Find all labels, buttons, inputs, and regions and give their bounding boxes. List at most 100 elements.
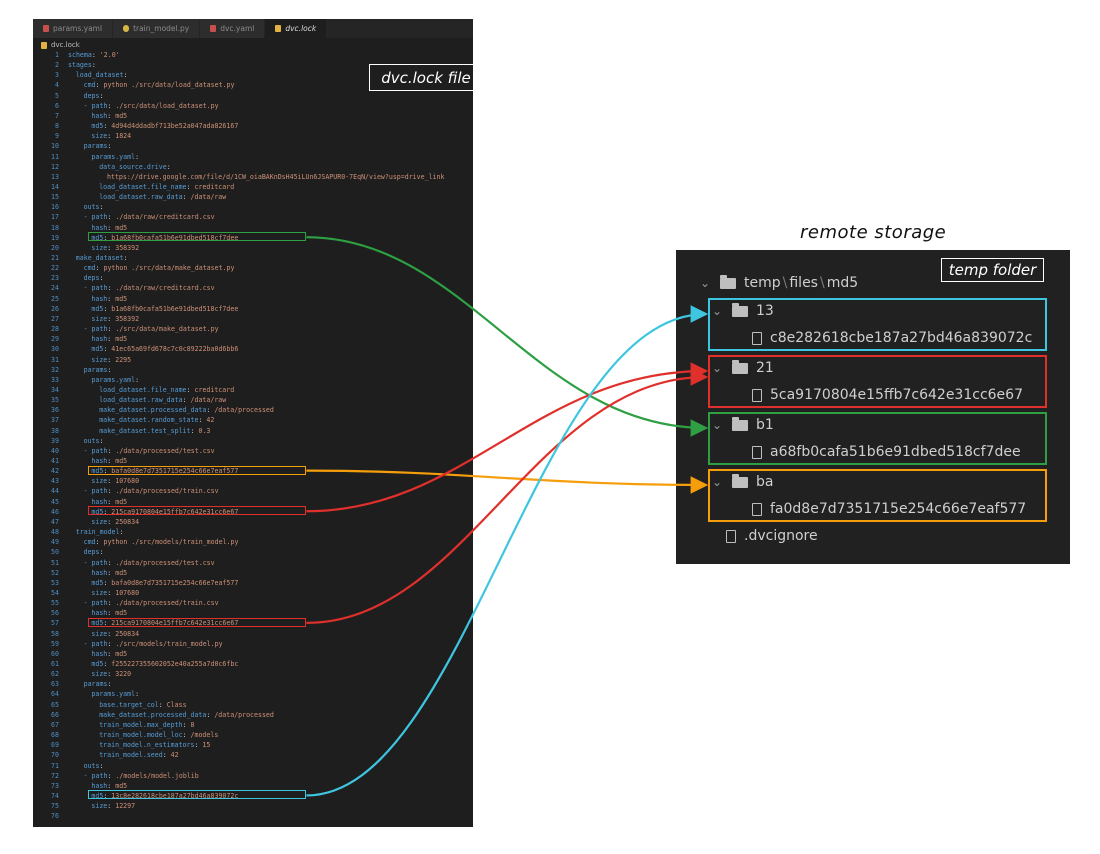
code-text: - path: ./data/processed/train.csv — [84, 598, 219, 608]
yaml-value: https://drive.google.com/file/d/1CW_oiaB… — [107, 172, 445, 181]
hash-folder-row[interactable]: ⌄ ba — [712, 471, 773, 493]
line-number: 14 — [51, 182, 59, 191]
yaml-key: - path — [83, 101, 108, 110]
yaml-value: creditcard — [194, 182, 235, 191]
hash-folder-row[interactable]: ⌄ 21 — [712, 357, 774, 379]
hash-file-row[interactable]: 5ca9170804e15ffb7c642e31cc6e67 — [752, 384, 1023, 406]
yaml-key: make_dataset.processed_data — [99, 406, 207, 415]
code-text: md5: 41ec65a69fd678c7c0c89222ba0d6bb6 — [91, 344, 238, 354]
code-text: stages: — [68, 60, 96, 70]
line-number: 38 — [51, 426, 59, 435]
code-text: params.yaml: — [91, 689, 139, 699]
yaml-value: md5 — [115, 294, 128, 303]
hash-folder-row[interactable]: ⌄ b1 — [712, 414, 774, 436]
breadcrumb: dvc.lock — [41, 40, 80, 50]
file-icon — [752, 502, 762, 516]
yaml-value: 107680 — [115, 477, 140, 486]
tab-dvc-yaml[interactable]: dvc.yaml — [200, 19, 266, 38]
yaml-key: - path — [83, 446, 108, 455]
yaml-key: size — [91, 314, 108, 323]
yaml-colon: : — [135, 152, 140, 161]
line-number: 39 — [51, 436, 59, 445]
hash-file-row[interactable]: c8e282618cbe187a27bd46a839072c — [752, 327, 1032, 349]
yaml-key: - path — [83, 284, 108, 293]
hash-folder-row[interactable]: ⌄ 13 — [712, 300, 774, 322]
line-number: 43 — [51, 477, 59, 486]
yaml-value: 3220 — [115, 670, 132, 679]
yaml-key: hash — [91, 497, 108, 506]
yaml-value: ./data/raw/creditcard.csv — [115, 213, 215, 222]
line-number: 74 — [51, 791, 59, 800]
hash-file-name: 5ca9170804e15ffb7c642e31cc6e67 — [770, 387, 1023, 403]
file-icon — [752, 331, 762, 345]
tab-params-yaml[interactable]: params.yaml — [33, 19, 114, 38]
hash-folder-name: ba — [756, 474, 774, 490]
line-number: 27 — [51, 314, 59, 323]
code-text: size: 358392 — [91, 314, 139, 324]
yaml-key: train_model.n_estimators — [99, 741, 195, 750]
yaml-value: /data/processed — [214, 710, 274, 719]
breadcrumb-file[interactable]: dvc.lock — [51, 41, 80, 49]
line-number: 15 — [51, 193, 59, 202]
yaml-key: hash — [91, 457, 108, 465]
file-icon — [752, 445, 762, 459]
line-number: 19 — [51, 233, 59, 242]
code-text: md5: f255227355602052e40a255a7d0c6fbc — [91, 659, 238, 669]
line-number: 51 — [51, 558, 59, 567]
file-icon — [726, 529, 736, 543]
code-text: - path: ./src/data/load_dataset.py — [84, 101, 219, 111]
line-number: 61 — [51, 660, 59, 668]
code-text: hash: md5 — [91, 649, 127, 659]
line-number: 25 — [51, 294, 59, 303]
code-text: make_dataset.random_state: 42 — [99, 415, 214, 425]
tab-dvc-lock[interactable]: dvc.lock — [265, 19, 328, 38]
line-number: 45 — [51, 497, 59, 506]
code-text: - path: ./data/processed/test.csv — [84, 558, 215, 568]
yaml-key: hash — [91, 335, 108, 344]
yaml-key: hash — [91, 609, 108, 618]
yaml-key: deps — [83, 548, 100, 557]
root-path: temp \ files \ md5 — [744, 275, 858, 291]
yaml-value: ./models/model.joblib — [115, 771, 199, 780]
folder-icon — [720, 274, 736, 289]
yaml-value: 2295 — [115, 355, 132, 364]
hash-file-row[interactable]: a68fb0cafa51b6e91dbed518cf7dee — [752, 441, 1021, 463]
code-text: params: — [84, 141, 112, 151]
yaml-key: hash — [91, 568, 108, 577]
yaml-value: md5 — [115, 609, 128, 618]
tab-label: dvc.lock — [285, 24, 317, 33]
yaml-value: md5 — [115, 568, 128, 577]
yaml-value: /models — [190, 731, 219, 740]
hash-file-row[interactable]: fa0d8e7d7351715e254c66e7eaf577 — [752, 498, 1026, 520]
yaml-value: md5 — [115, 457, 128, 465]
line-number: 11 — [51, 152, 59, 161]
line-number: 2 — [55, 61, 59, 70]
line-number: 66 — [51, 710, 59, 719]
yaml-key: make_dataset — [75, 254, 124, 262]
line-number: 48 — [51, 528, 59, 537]
yaml-key: params.yaml — [91, 152, 136, 161]
yaml-value: creditcard — [194, 385, 235, 394]
hash-folder-name: 21 — [756, 360, 774, 376]
tab-train_model-py[interactable]: train_model.py — [113, 19, 201, 38]
file-row-dvcignore[interactable]: .dvcignore — [726, 525, 818, 547]
yaml-key: cmd — [83, 264, 96, 273]
yaml-colon: : — [99, 274, 104, 283]
yaml-key: deps — [83, 274, 100, 283]
yaml-key: params — [83, 680, 108, 689]
yaml-value: python ./src/data/load_dataset.py — [103, 81, 235, 90]
path-segment: files — [789, 275, 818, 291]
yaml-value: b1a68fb0cafa51b6e91dbed518cf7dee — [111, 304, 239, 313]
yaml-colon: : — [158, 700, 167, 709]
line-number: 42 — [51, 467, 59, 476]
md5-highlight-box — [88, 506, 307, 516]
code-text: hash: md5 — [91, 781, 127, 791]
line-number: 9 — [55, 132, 59, 141]
folder-row-root[interactable]: ⌄ temp \ files \ md5 — [700, 272, 858, 294]
yaml-key: - path — [83, 599, 108, 608]
line-number: 44 — [51, 487, 59, 496]
md5-highlight-box — [88, 232, 307, 242]
line-number: 53 — [51, 578, 59, 587]
yaml-value: 15 — [202, 741, 211, 750]
remote-storage-title: remote storage — [800, 222, 947, 243]
